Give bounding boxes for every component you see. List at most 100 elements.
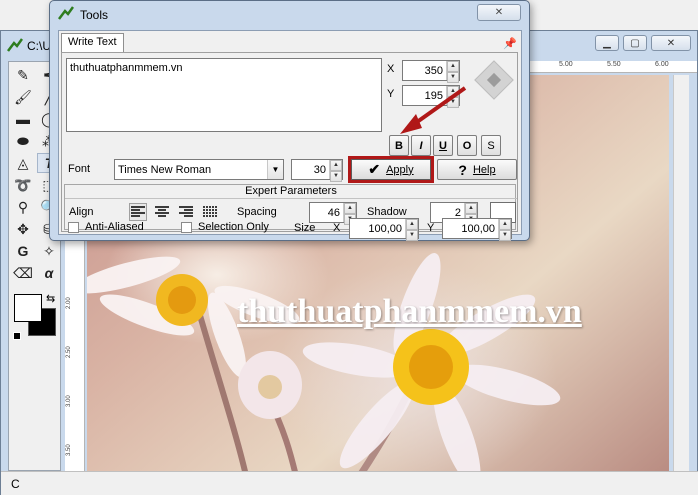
font-size-stepper[interactable]: 30 ▲ ▼: [291, 159, 343, 182]
default-colors-icon[interactable]: [13, 332, 21, 340]
tools-close-button[interactable]: ✕: [477, 4, 521, 21]
shadow-style-button[interactable]: S: [481, 135, 501, 156]
help-button[interactable]: ? Help: [437, 159, 517, 180]
selection-only-label: Selection Only: [198, 221, 269, 233]
decrement-icon[interactable]: ▼: [447, 72, 459, 83]
maximize-button[interactable]: ▢: [623, 35, 647, 51]
gradient-tool-icon[interactable]: G: [11, 241, 35, 261]
increment-icon[interactable]: ▲: [447, 86, 459, 97]
main-window-title: C:\U: [27, 39, 51, 53]
align-label: Align: [69, 206, 94, 218]
alpha-tool-icon[interactable]: α: [37, 263, 61, 283]
size-label: Size: [294, 222, 316, 234]
decrement-icon[interactable]: ▼: [330, 171, 342, 182]
checkbox-box[interactable]: [68, 221, 79, 233]
x-position-stepper[interactable]: 350 ▲ ▼: [402, 60, 460, 83]
eyedropper-tool-icon[interactable]: ⚲: [11, 197, 35, 217]
decrement-icon[interactable]: ▼: [406, 230, 418, 241]
status-bar: C: [1, 471, 698, 495]
align-right-icon[interactable]: [177, 203, 195, 221]
foreground-color-swatch[interactable]: [14, 294, 42, 322]
size-y-value[interactable]: 100,00: [443, 223, 498, 235]
size-x-stepper[interactable]: 100,00 ▲ ▼: [349, 218, 419, 241]
y-label: Y: [387, 88, 395, 100]
ruler-tick: 2.50: [66, 346, 72, 358]
increment-icon[interactable]: ▲: [344, 203, 356, 214]
increment-icon[interactable]: ▲: [330, 160, 342, 171]
filled-ellipse-tool-icon[interactable]: ⬬: [11, 131, 35, 151]
pin-icon[interactable]: 📌: [503, 37, 517, 50]
tools-dialog-title-bar: Tools: [58, 6, 108, 23]
ruler-tick: 6.00: [655, 61, 669, 68]
rectangle-tool-icon[interactable]: ▬: [11, 109, 35, 129]
tools-app-icon: [58, 6, 75, 23]
close-button[interactable]: ✕: [651, 35, 691, 51]
question-mark-icon: ?: [458, 161, 467, 178]
tools-dialog: Tools ✕ Write Text 📌 thuthuatphanmmem.vn…: [49, 0, 530, 241]
tools-dialog-body: Write Text 📌 thuthuatphanmmem.vn X 350 ▲…: [58, 30, 522, 241]
underline-button[interactable]: U: [433, 135, 453, 156]
magic-wand-tool-icon[interactable]: ✧: [37, 241, 61, 261]
ruler-tick: 3.50: [66, 444, 72, 456]
write-text-panel: thuthuatphanmmem.vn X 350 ▲ ▼ Y 195 ▲ ▼ B …: [61, 52, 518, 232]
expert-parameters-title: Expert Parameters: [65, 185, 517, 199]
position-pad[interactable]: [472, 58, 516, 102]
move-tool-icon[interactable]: ✥: [11, 219, 35, 239]
checkmark-icon: ✔: [368, 161, 381, 177]
size-y-stepper[interactable]: 100,00 ▲ ▼: [442, 218, 512, 241]
text-input[interactable]: thuthuatphanmmem.vn: [66, 58, 382, 132]
increment-icon[interactable]: ▲: [406, 219, 418, 230]
size-x-label: X: [333, 222, 341, 234]
selection-only-checkbox[interactable]: Selection Only: [181, 221, 269, 233]
shadow-label: Shadow: [367, 206, 407, 218]
decrement-icon[interactable]: ▼: [447, 97, 459, 108]
bold-button[interactable]: B: [389, 135, 409, 156]
align-left-icon[interactable]: [129, 203, 147, 221]
swap-colors-icon[interactable]: ⇆: [46, 292, 55, 305]
pencil-tool-icon[interactable]: ✎: [11, 65, 35, 85]
minimize-button[interactable]: ▁: [595, 35, 619, 51]
size-x-value[interactable]: 100,00: [350, 223, 405, 235]
chevron-down-icon[interactable]: ▼: [267, 160, 283, 179]
checkbox-box[interactable]: [181, 221, 192, 233]
ruler-tick: 3.00: [66, 395, 72, 407]
x-position-value[interactable]: 350: [403, 65, 446, 77]
align-justify-icon[interactable]: [201, 203, 219, 221]
brush-tool-icon[interactable]: 🖌: [11, 87, 35, 107]
shadow-value[interactable]: 2: [431, 207, 464, 219]
apply-button[interactable]: ✔ Apply: [348, 156, 434, 183]
app-icon: [7, 37, 24, 55]
anti-aliased-checkbox[interactable]: Anti-Aliased: [68, 221, 144, 233]
horizontal-ruler: 5.00 5.50 6.00: [529, 61, 697, 73]
outline-button[interactable]: O: [457, 135, 477, 156]
fill-tool-icon[interactable]: ◬: [11, 153, 35, 173]
font-select-value[interactable]: Times New Roman: [118, 164, 211, 176]
x-label: X: [387, 63, 395, 75]
font-select[interactable]: Times New Roman ▼: [114, 159, 284, 180]
increment-icon[interactable]: ▲: [465, 203, 477, 214]
lasso-tool-icon[interactable]: ➰: [11, 175, 35, 195]
main-window-controls: ▁ ▢ ✕: [595, 35, 691, 51]
italic-button[interactable]: I: [411, 135, 431, 156]
font-label: Font: [68, 163, 91, 175]
decrement-icon[interactable]: ▼: [499, 230, 511, 241]
color-selector[interactable]: ⇆: [12, 290, 57, 348]
font-size-value[interactable]: 30: [292, 164, 329, 176]
align-center-icon[interactable]: [153, 203, 171, 221]
spacing-label: Spacing: [237, 206, 277, 218]
vertical-scrollbar[interactable]: [673, 75, 689, 480]
anti-aliased-label: Anti-Aliased: [85, 221, 144, 233]
tab-write-text[interactable]: Write Text: [61, 33, 124, 53]
y-position-value[interactable]: 195: [403, 90, 446, 102]
eraser-tool-icon[interactable]: ⌫: [11, 263, 35, 283]
main-title-bar: C:\U: [7, 35, 51, 57]
apply-button-label: Apply: [386, 163, 414, 176]
increment-icon[interactable]: ▲: [447, 61, 459, 72]
ruler-tick: 5.00: [559, 61, 573, 68]
y-position-stepper[interactable]: 195 ▲ ▼: [402, 85, 460, 108]
increment-icon[interactable]: ▲: [499, 219, 511, 230]
help-button-label: Help: [472, 163, 496, 176]
ruler-tick: 2.00: [66, 297, 72, 309]
canvas-text-watermark: thuthuatphanmmem.vn: [237, 293, 582, 330]
spacing-value[interactable]: 46: [310, 207, 343, 219]
